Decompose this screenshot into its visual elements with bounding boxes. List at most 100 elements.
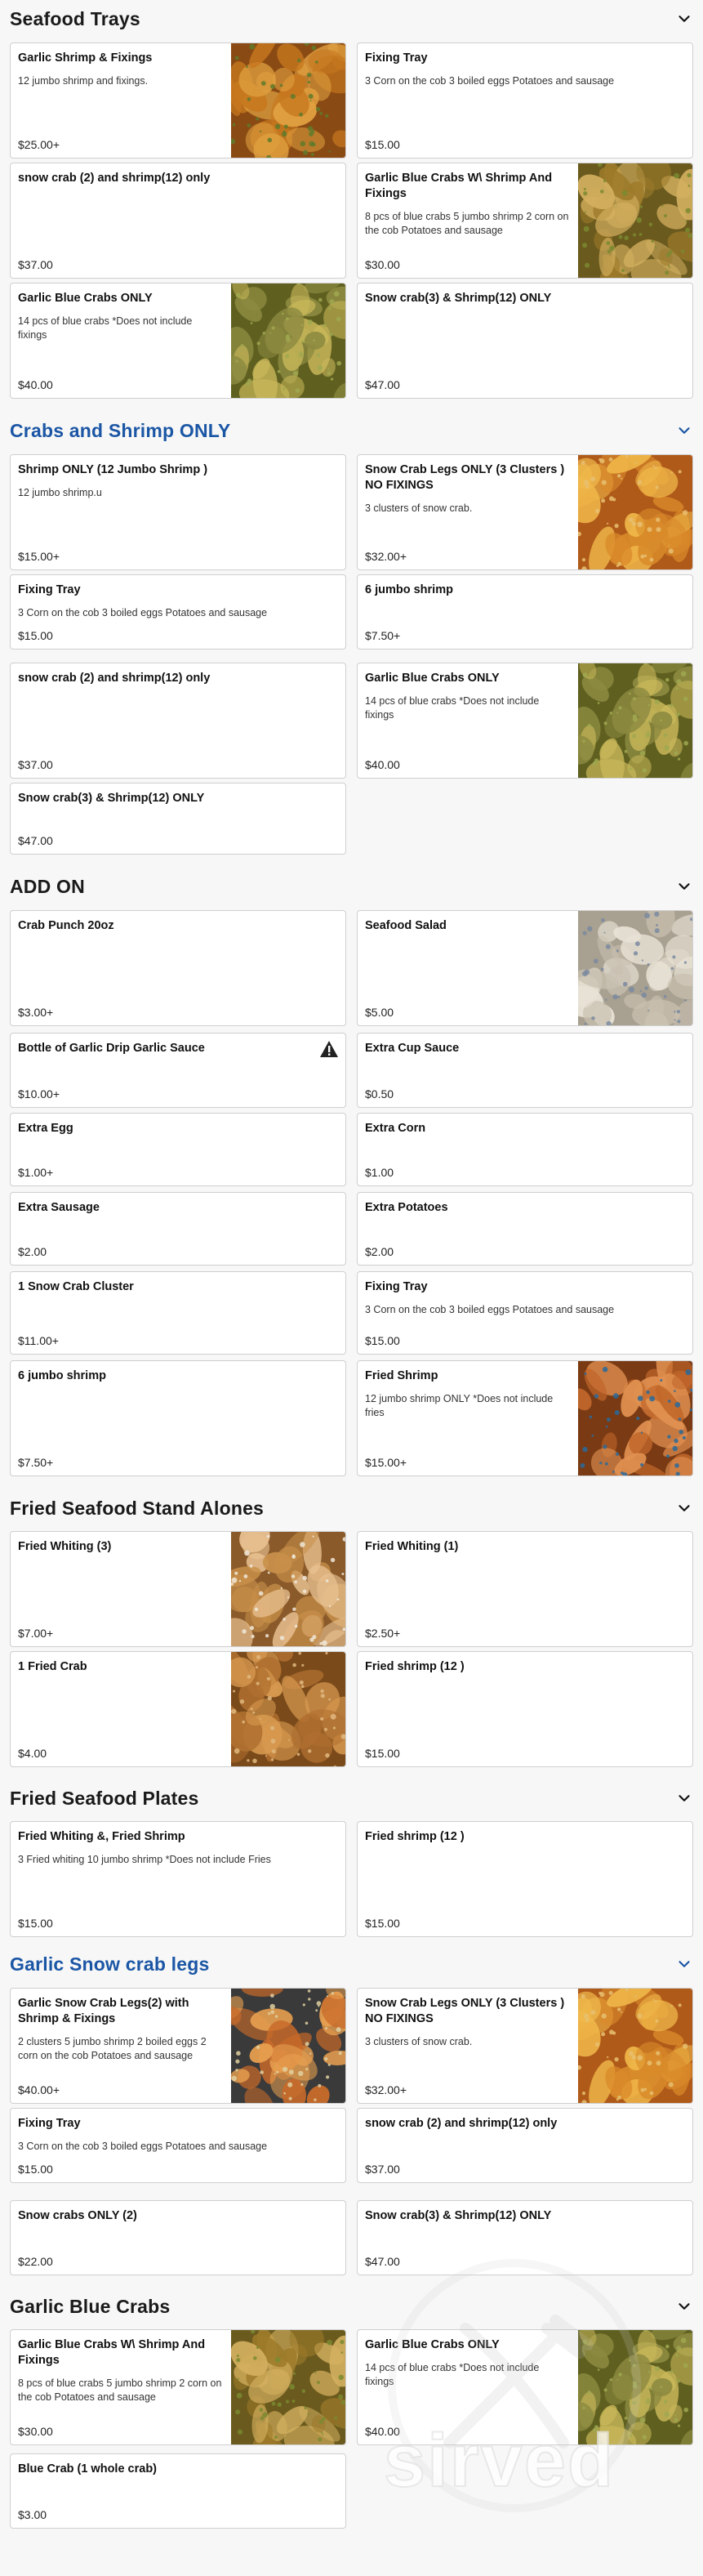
fried-crab-photo[interactable]	[231, 1652, 345, 1766]
garlic-blue-crabs-only-photo[interactable]	[578, 663, 692, 778]
menu-item-price: $0.50	[365, 1087, 394, 1100]
menu-item-card[interactable]: Fixing Tray 3 Corn on the cob 3 boiled eg…	[10, 574, 346, 650]
garlic-blue-crabs-only-photo[interactable]	[578, 2330, 692, 2444]
garlic-blue-crabs-photo[interactable]	[231, 2330, 345, 2444]
menu-item-price: $3.00+	[18, 1006, 54, 1019]
menu-item-card[interactable]: snow crab (2) and shrimp(12) only $37.00	[10, 163, 346, 279]
menu-item-card[interactable]: Seafood Salad $5.00	[357, 910, 693, 1026]
menu-item-card[interactable]: Extra Cup Sauce $0.50	[357, 1033, 693, 1108]
section-header[interactable]: Fried Seafood Stand Alones	[10, 1492, 693, 1525]
menu-item-card[interactable]: Snow crabs ONLY (2) $22.00	[10, 2200, 346, 2275]
menu-item-card[interactable]: Extra Corn $1.00	[357, 1113, 693, 1186]
menu-item-text: Fried shrimp (12 )	[365, 1659, 683, 1760]
chevron-down-icon[interactable]	[675, 1955, 693, 1973]
menu-item-price: $4.00	[18, 1747, 47, 1760]
section-title: Crabs and Shrimp ONLY	[10, 419, 231, 441]
section-header[interactable]: Fried Seafood Plates	[10, 1782, 693, 1815]
menu-item-text: Fixing Tray 3 Corn on the cob 3 boiled eg…	[18, 2116, 336, 2176]
menu-item-name: Extra Corn	[365, 1122, 426, 1135]
warning-triangle-icon[interactable]	[319, 1040, 339, 1058]
menu-item-card[interactable]: Fried shrimp (12 ) $15.00	[357, 1821, 693, 1937]
menu-item-text: Snow Crab Legs ONLY (3 Clusters ) NO FIX…	[365, 462, 570, 563]
menu-item-card[interactable]: Crab Punch 20oz $3.00+	[10, 910, 346, 1026]
menu-item-card[interactable]: 1 Snow Crab Cluster $11.00+	[10, 1271, 346, 1355]
snow-crab-legs-photo[interactable]	[578, 1989, 692, 2103]
chevron-down-icon[interactable]	[675, 2297, 693, 2315]
menu-item-text: snow crab (2) and shrimp(12) only	[365, 2116, 683, 2176]
chevron-down-icon[interactable]	[675, 10, 693, 28]
menu-item-price: $5.00	[365, 1006, 394, 1019]
garlic-blue-crabs-photo[interactable]	[578, 163, 692, 278]
section-header[interactable]: Crabs and Shrimp ONLY	[10, 414, 693, 447]
menu-item-card[interactable]: Garlic Blue Crabs ONLY 14 pcs of blue cra…	[357, 663, 693, 779]
menu-item-card[interactable]: Snow crab(3) & Shrimp(12) ONLY $47.00	[357, 2200, 693, 2275]
menu-item-name: 6 jumbo shrimp	[365, 583, 453, 596]
menu-item-card[interactable]: 1 Fried Crab $4.00	[10, 1651, 346, 1767]
menu-item-card[interactable]: Snow crab(3) & Shrimp(12) ONLY $47.00	[357, 283, 693, 399]
menu-item-price: $15.00	[365, 1747, 400, 1760]
menu-item-text: Fried Whiting (1)	[365, 1539, 683, 1640]
menu-item-card[interactable]: Garlic Blue Crabs ONLY 14 pcs of blue cra…	[357, 2329, 693, 2445]
chevron-down-icon[interactable]	[675, 422, 693, 440]
menu-item-card[interactable]: snow crab (2) and shrimp(12) only $37.00	[357, 2108, 693, 2183]
seafood-salad-photo[interactable]	[578, 911, 692, 1025]
menu-item-name: Garlic Blue Crabs W\ Shrimp And Fixings	[18, 2338, 206, 2367]
menu-item-card[interactable]: Extra Sausage $2.00	[10, 1192, 346, 1266]
menu-item-card[interactable]: Snow crab(3) & Shrimp(12) ONLY $47.00	[10, 783, 346, 855]
menu-item-card[interactable]: snow crab (2) and shrimp(12) only $37.00	[10, 663, 346, 779]
chevron-down-icon[interactable]	[675, 1789, 693, 1807]
menu-item-description: 3 Corn on the cob 3 boiled eggs Potatoes…	[18, 2141, 268, 2152]
menu-item-card[interactable]: Garlic Snow Crab Legs(2) with Shrimp & F…	[10, 1988, 346, 2104]
menu-item-card[interactable]: Fixing Tray 3 Corn on the cob 3 boiled eg…	[10, 2108, 346, 2183]
menu-item-card[interactable]: Shrimp ONLY (12 Jumbo Shrimp ) 12 jumbo s…	[10, 454, 346, 570]
menu-item-card[interactable]: Fried Whiting &, Fried Shrimp 3 Fried whi…	[10, 1821, 346, 1937]
menu-item-name: Blue Crab (1 whole crab)	[18, 2462, 158, 2476]
menu-item-card[interactable]: Bottle of Garlic Drip Garlic Sauce $10.00…	[10, 1033, 346, 1108]
section-header[interactable]: Garlic Blue Crabs	[10, 2290, 693, 2323]
section-title: Seafood Trays	[10, 7, 140, 29]
menu-item-description: 3 Corn on the cob 3 boiled eggs Potatoes…	[365, 75, 615, 87]
menu-item-card[interactable]: Garlic Shrimp & Fixings 12 jumbo shrimp a…	[10, 42, 346, 158]
menu-item-card[interactable]: Fixing Tray 3 Corn on the cob 3 boiled eg…	[357, 42, 693, 158]
menu-item-price: $3.00	[18, 2508, 47, 2521]
menu-item-card[interactable]: Fixing Tray 3 Corn on the cob 3 boiled eg…	[357, 1271, 693, 1355]
menu-item-card[interactable]: Blue Crab (1 whole crab) $3.00	[10, 2453, 346, 2529]
chevron-down-icon[interactable]	[675, 877, 693, 895]
menu-item-card[interactable]: Fried shrimp (12 ) $15.00	[357, 1651, 693, 1767]
menu-item-card[interactable]: Fried Whiting (1) $2.50+	[357, 1531, 693, 1647]
section-header[interactable]: Seafood Trays	[10, 2, 693, 35]
garlic-shrimp-photo[interactable]	[231, 43, 345, 158]
menu-item-description: 12 jumbo shrimp.u	[18, 487, 102, 498]
menu-item-card[interactable]: Snow Crab Legs ONLY (3 Clusters ) NO FIX…	[357, 454, 693, 570]
menu-item-card[interactable]: Garlic Blue Crabs W\ Shrimp And Fixings 8…	[357, 163, 693, 279]
menu-item-text: Extra Sausage	[18, 1200, 336, 1258]
section-header[interactable]: Garlic Snow crab legs	[10, 1948, 693, 1980]
section-header[interactable]: ADD ON	[10, 870, 693, 903]
snow-crab-legs-photo[interactable]	[578, 455, 692, 569]
menu-item-name: Snow crabs ONLY (2)	[18, 2209, 137, 2222]
menu-item-text: Garlic Blue Crabs W\ Shrimp And Fixings 8…	[18, 2337, 223, 2438]
menu-item-price: $15.00+	[18, 550, 60, 563]
fried-whiting-photo[interactable]	[231, 1532, 345, 1646]
menu-item-card[interactable]: 6 jumbo shrimp $7.50+	[357, 574, 693, 650]
garlic-snow-crab-photo[interactable]	[231, 1989, 345, 2103]
menu-item-text: Extra Corn	[365, 1121, 683, 1179]
fried-shrimp-photo[interactable]	[578, 1361, 692, 1476]
menu-item-card[interactable]: 6 jumbo shrimp $7.50+	[10, 1360, 346, 1476]
menu-item-name: Snow crab(3) & Shrimp(12) ONLY	[18, 792, 205, 805]
menu-item-name: Garlic Blue Crabs W\ Shrimp And Fixings	[365, 172, 553, 200]
menu-item-text: snow crab (2) and shrimp(12) only	[18, 671, 336, 771]
menu-item-price: $1.00	[365, 1166, 394, 1179]
menu-item-card[interactable]: Garlic Blue Crabs ONLY 14 pcs of blue cra…	[10, 283, 346, 399]
menu-item-card[interactable]: Garlic Blue Crabs W\ Shrimp And Fixings 8…	[10, 2329, 346, 2445]
menu-item-description: 14 pcs of blue crabs *Does not include f…	[365, 2362, 540, 2387]
menu-item-name: 6 jumbo shrimp	[18, 1369, 106, 1382]
menu-item-card[interactable]: Extra Egg $1.00+	[10, 1113, 346, 1186]
menu-item-card[interactable]: Fried Whiting (3) $7.00+	[10, 1531, 346, 1647]
menu-item-card[interactable]: Fried Shrimp 12 jumbo shrimp ONLY *Does n…	[357, 1360, 693, 1476]
menu-item-card[interactable]: Snow Crab Legs ONLY (3 Clusters ) NO FIX…	[357, 1988, 693, 2104]
garlic-blue-crabs-only-photo[interactable]	[231, 283, 345, 398]
menu-item-text: Garlic Blue Crabs W\ Shrimp And Fixings 8…	[365, 171, 570, 271]
menu-item-card[interactable]: Extra Potatoes $2.00	[357, 1192, 693, 1266]
chevron-down-icon[interactable]	[675, 1499, 693, 1517]
